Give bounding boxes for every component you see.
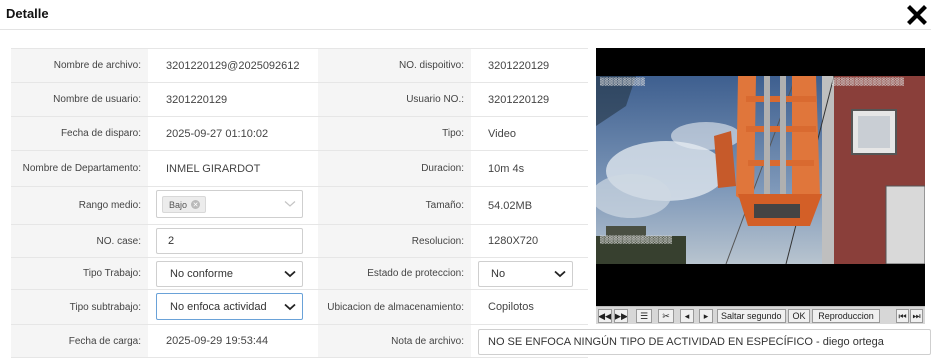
protection-state-label: Estado de proteccion: — [318, 258, 471, 289]
work-type-value: No conforme — [170, 268, 233, 280]
risk-range-label: Rango medio: — [11, 187, 148, 224]
user-name-label: Nombre de usuario: — [11, 83, 148, 116]
upload-date-value: 2025-09-29 19:53:44 — [166, 335, 269, 347]
user-name-value: 3201220129 — [166, 93, 228, 106]
video-player[interactable]: ▒▒▒▒▒▒▒▒▒▒ ▒▒▒▒▒▒▒▒▒▒▒▒▒▒▒▒ ▒▒▒▒▒▒▒▒▒▒▒▒… — [596, 48, 925, 306]
type-label: Tipo: — [318, 117, 471, 150]
chevron-down-icon — [284, 270, 296, 278]
subwork-type-label: Tipo subtrabajo: — [11, 290, 148, 324]
form-row: NO. case: 2 Resolucion: 1280X720 — [11, 225, 588, 258]
subwork-type-value: No enfoca actividad — [170, 300, 267, 313]
file-note-input[interactable]: NO SE ENFOCA NINGÚN TIPO DE ACTIVIDAD EN… — [478, 329, 931, 355]
rewind-icon[interactable]: ◀◀ — [598, 309, 612, 323]
osd-top-left: ▒▒▒▒▒▒▒▒▒▒ — [600, 78, 646, 86]
upload-date-label: Fecha de carga: — [11, 325, 148, 357]
ok-button[interactable]: OK — [788, 309, 810, 323]
form-row: Fecha de disparo: 2025-09-27 01:10:02 Ti… — [11, 117, 588, 151]
resolution-label: Resolucion: — [318, 225, 471, 257]
form-row: Nombre de Departamento: INMEL GIRARDOT D… — [11, 151, 588, 187]
risk-range-tag[interactable]: Bajo ✕ — [162, 196, 207, 213]
dialog-header: Detalle — [0, 0, 931, 30]
playback-button[interactable]: Reproduccion — [812, 309, 880, 323]
osd-top-right: ▒▒▒▒▒▒▒▒▒▒▒▒▒▒▒▒ — [832, 78, 905, 86]
file-name-value: 3201220129@2025092612 — [166, 59, 300, 72]
file-note-label: Nota de archivo: — [318, 325, 471, 357]
remove-tag-icon[interactable]: ✕ — [191, 200, 201, 209]
frame-forward-icon[interactable]: ▸ — [699, 309, 713, 323]
scissors-icon[interactable]: ✂ — [658, 309, 674, 323]
case-no-input[interactable]: 2 — [156, 228, 303, 254]
form-row: Rango medio: Bajo ✕ Tamaño: 54.02MB — [11, 187, 588, 225]
playlist-icon[interactable]: ☰ — [636, 309, 652, 323]
form-row: Tipo Trabajo: No conforme Estado de prot… — [11, 258, 588, 290]
chevron-down-icon — [554, 270, 566, 278]
chevron-down-icon — [284, 303, 296, 310]
user-no-label: Usuario NO.: — [318, 83, 471, 116]
close-icon[interactable] — [905, 3, 929, 27]
device-no-value: 3201220129 — [488, 59, 550, 72]
protection-state-select[interactable]: No — [478, 261, 573, 287]
trigger-date-value: 2025-09-27 01:10:02 — [166, 127, 269, 140]
dialog-title: Detalle — [6, 6, 49, 21]
case-no-value: 2 — [168, 235, 175, 247]
duration-label: Duracion: — [318, 151, 471, 186]
skip-start-icon[interactable]: ⏮ — [896, 309, 909, 323]
frame-back-icon[interactable]: ◂ — [680, 309, 694, 323]
form-row: Tipo subtrabajo: No enfoca actividad Ubi… — [11, 290, 588, 325]
work-type-select[interactable]: No conforme — [156, 261, 303, 287]
skip-end-icon[interactable]: ⏭ — [910, 309, 923, 323]
storage-location-label: Ubicacion de almacenamiento: — [318, 290, 471, 324]
type-value: Video — [488, 127, 516, 140]
risk-range-tag-label: Bajo — [169, 199, 188, 210]
form-row: Fecha de carga: 2025-09-29 19:53:44 Nota… — [11, 325, 931, 358]
jump-seconds-input[interactable]: Saltar segundo — [717, 309, 786, 323]
work-type-label: Tipo Trabajo: — [11, 258, 148, 289]
department-value: INMEL GIRARDOT — [166, 162, 261, 175]
chevron-down-icon — [284, 201, 296, 207]
protection-state-value: No — [491, 268, 506, 280]
form-row: Nombre de archivo: 3201220129@2025092612… — [11, 49, 588, 83]
resolution-value: 1280X720 — [488, 235, 539, 247]
file-name-label: Nombre de archivo: — [11, 49, 148, 82]
storage-location-value: Copilotos — [488, 301, 534, 313]
department-label: Nombre de Departamento: — [11, 151, 148, 186]
detail-form: Nombre de archivo: 3201220129@2025092612… — [11, 48, 931, 358]
osd-bottom-left: ▒▒▒▒▒▒▒▒▒▒▒▒▒▒▒▒ — [600, 236, 673, 244]
trigger-date-label: Fecha de disparo: — [11, 117, 148, 150]
risk-range-select[interactable]: Bajo ✕ — [156, 190, 303, 218]
duration-value: 10m 4s — [488, 162, 525, 175]
subwork-type-select[interactable]: No enfoca actividad — [156, 293, 303, 320]
device-no-label: NO. dispoitivo: — [318, 49, 471, 82]
user-no-value: 3201220129 — [488, 93, 550, 106]
file-note-value: NO SE ENFOCA NINGÚN TIPO DE ACTIVIDAD EN… — [488, 336, 884, 348]
form-row: Nombre de usuario: 3201220129 Usuario NO… — [11, 83, 588, 117]
player-controls: ◀◀ ▶▶ ☰ ✂ ◂ ▸ Saltar segundo OK Reproduc… — [596, 306, 925, 324]
fast-forward-icon[interactable]: ▶▶ — [614, 309, 628, 323]
size-value: 54.02MB — [488, 199, 533, 212]
case-no-label: NO. case: — [11, 225, 148, 257]
size-label: Tamaño: — [318, 187, 471, 224]
